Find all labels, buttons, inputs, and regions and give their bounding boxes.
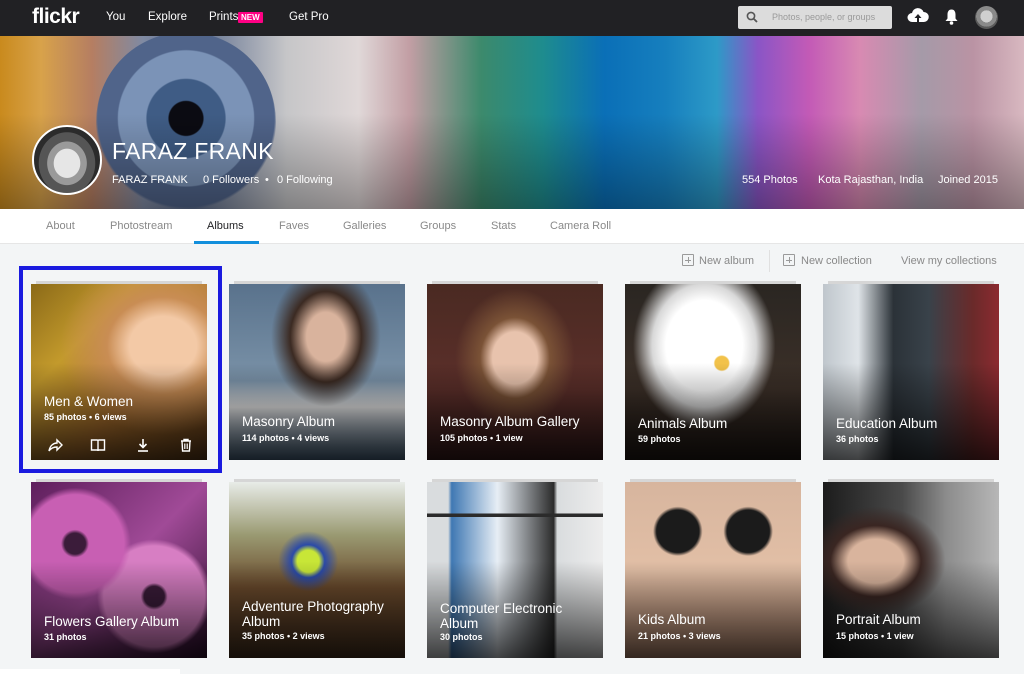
album-title: Education Album <box>836 416 938 431</box>
album-meta: 30 photos <box>440 632 483 642</box>
toolbar-divider <box>769 250 770 272</box>
cover-photo: FARAZ FRANK FARAZ FRANK 0 Followers • 0 … <box>0 36 1024 209</box>
following-link[interactable]: 0 Following <box>277 174 333 186</box>
photos-count: 554 Photos <box>742 174 798 186</box>
location: Kota Rajasthan, India <box>818 174 924 186</box>
album-card-kids-album[interactable]: Kids Album 21 photos • 3 views <box>625 482 801 658</box>
bell-icon[interactable] <box>944 8 959 26</box>
separator-dot: • <box>265 174 269 186</box>
joined-date: Joined 2015 <box>938 174 998 186</box>
tab-galleries[interactable]: Galleries <box>343 220 386 232</box>
tab-photostream[interactable]: Photostream <box>110 220 172 232</box>
footer-edge <box>0 669 180 674</box>
new-album-button[interactable]: New album <box>699 255 754 267</box>
album-meta: 35 photos • 2 views <box>242 631 325 641</box>
nav-get-pro[interactable]: Get Pro <box>289 11 329 23</box>
album-title: Animals Album <box>638 416 728 431</box>
tab-about[interactable]: About <box>46 220 75 232</box>
profile-tabs: About Photostream Albums Faves Galleries… <box>0 209 1024 244</box>
new-badge: NEW <box>238 12 263 23</box>
nav-explore[interactable]: Explore <box>148 11 187 23</box>
album-title: Kids Album <box>638 612 706 627</box>
album-meta: 59 photos <box>638 434 681 444</box>
new-album-icon <box>682 254 694 266</box>
followers-link[interactable]: 0 Followers <box>203 174 259 186</box>
tab-stats[interactable]: Stats <box>491 220 516 232</box>
nav-you[interactable]: You <box>106 11 125 23</box>
album-title: Portrait Album <box>836 612 921 627</box>
album-meta: 21 photos • 3 views <box>638 631 721 641</box>
album-meta: 15 photos • 1 view <box>836 631 914 641</box>
user-avatar[interactable] <box>975 6 998 29</box>
new-collection-icon <box>783 254 795 266</box>
album-card-flowers-gallery[interactable]: Flowers Gallery Album 31 photos <box>31 482 207 658</box>
album-card-adventure-photography[interactable]: Adventure Photography Album 35 photos • … <box>229 482 405 658</box>
album-title: Masonry Album Gallery <box>440 414 580 429</box>
profile-username: FARAZ FRANK <box>112 174 188 186</box>
album-meta: 114 photos • 4 views <box>242 433 330 443</box>
album-card-animals-album[interactable]: Animals Album 59 photos <box>625 284 801 460</box>
search-input[interactable]: Photos, people, or groups <box>772 12 875 22</box>
album-card-portrait-album[interactable]: Portrait Album 15 photos • 1 view <box>823 482 999 658</box>
selection-highlight <box>19 266 222 473</box>
new-collection-button[interactable]: New collection <box>801 255 872 267</box>
profile-name: FARAZ FRANK <box>112 138 274 164</box>
top-nav: flickr You Explore Prints NEW Get Pro Ph… <box>0 0 1024 36</box>
tab-faves[interactable]: Faves <box>279 220 309 232</box>
view-collections-link[interactable]: View my collections <box>901 255 997 267</box>
tab-groups[interactable]: Groups <box>420 220 456 232</box>
album-card-computer-electronic[interactable]: Computer Electronic Album 30 photos <box>427 482 603 658</box>
nav-prints[interactable]: Prints <box>209 11 238 23</box>
search-box[interactable]: Photos, people, or groups <box>738 6 892 29</box>
tab-albums[interactable]: Albums <box>207 220 244 232</box>
album-meta: 31 photos <box>44 632 87 642</box>
active-tab-indicator <box>194 241 259 244</box>
flickr-logo[interactable]: flickr <box>32 5 80 29</box>
album-meta: 105 photos • 1 view <box>440 433 523 443</box>
album-title: Adventure Photography Album <box>242 599 384 629</box>
album-card-masonry-album[interactable]: Masonry Album 114 photos • 4 views <box>229 284 405 460</box>
album-card-masonry-album-gallery[interactable]: Masonry Album Gallery 105 photos • 1 vie… <box>427 284 603 460</box>
profile-avatar[interactable] <box>32 125 102 195</box>
album-card-education-album[interactable]: Education Album 36 photos <box>823 284 999 460</box>
upload-cloud-icon[interactable] <box>907 7 929 27</box>
album-meta: 36 photos <box>836 434 879 444</box>
search-icon <box>746 11 758 23</box>
album-title: Masonry Album <box>242 414 336 429</box>
album-title: Flowers Gallery Album <box>44 614 180 629</box>
tab-camera-roll[interactable]: Camera Roll <box>550 220 611 232</box>
album-title: Computer Electronic Album <box>440 601 563 631</box>
